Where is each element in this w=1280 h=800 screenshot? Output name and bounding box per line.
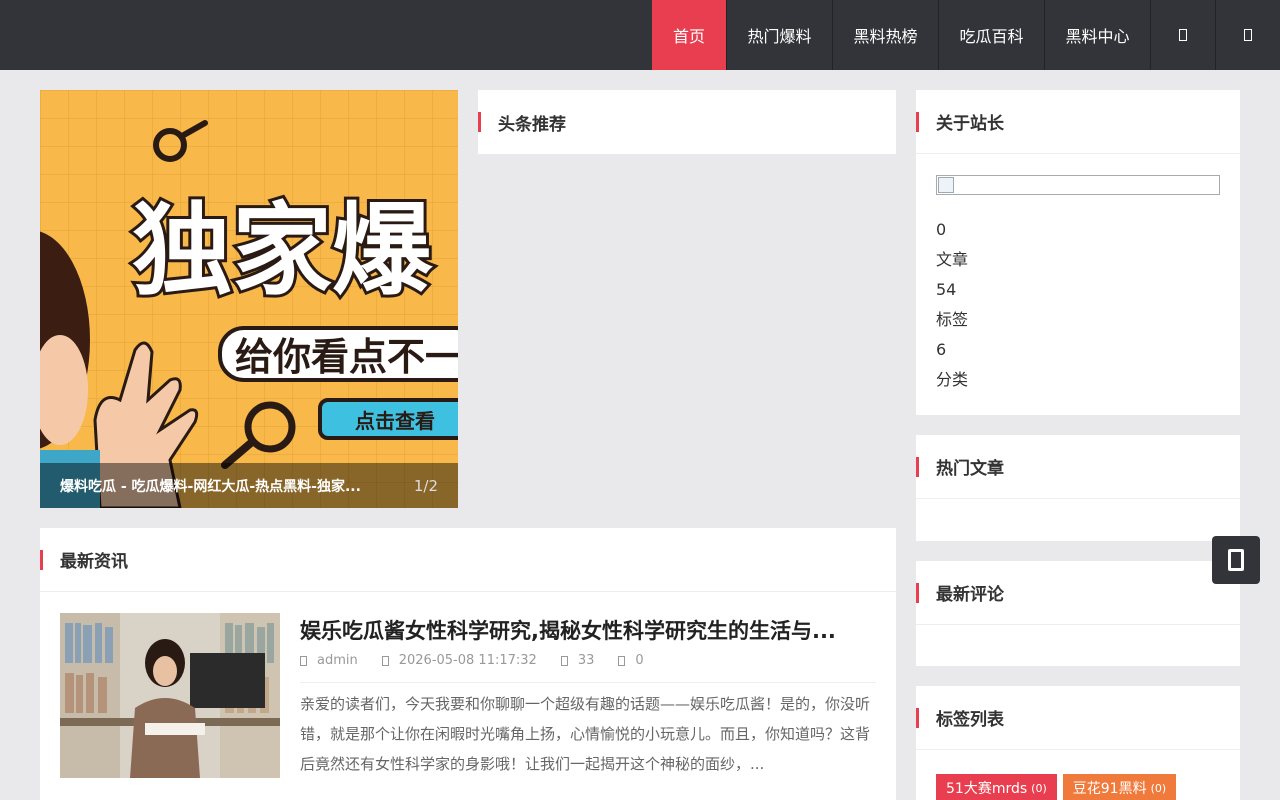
nav-item-center[interactable]: 黑料中心 <box>1044 0 1150 70</box>
nav-item-label: 首页 <box>672 27 705 46</box>
owner-image-broken <box>936 175 1220 195</box>
slider-caption: 爆料吃瓜 - 吃瓜爆料-网红大瓜-热点黑料-独家... 1/2 <box>40 463 458 508</box>
nav-item-label: 黑料中心 <box>1065 27 1130 46</box>
headline-card: 头条推荐 <box>478 90 896 154</box>
slider-counter: 1/2 <box>413 476 438 495</box>
news-excerpt: 亲爱的读者们，今天我要和你聊聊一个超级有趣的话题——娱乐吃瓜酱！是的，你没听错，… <box>300 695 871 773</box>
news-thumbnail[interactable] <box>60 613 280 778</box>
card-header: 最新资讯 <box>40 528 896 592</box>
search-button[interactable] <box>1150 0 1215 70</box>
news-comments: 0 <box>618 653 644 668</box>
news-comments-count: 0 <box>635 653 644 668</box>
tag-item[interactable]: 51大赛mrds (0) <box>936 774 1057 800</box>
slider-image-subtitle: 给你看点不一 <box>235 335 458 379</box>
slider-image-button-text: 点击查看 <box>355 409 435 433</box>
about-owner-card: 关于站长 0 文章 54 标签 6 分类 <box>916 90 1240 415</box>
hot-articles-title: 热门文章 <box>936 459 1004 479</box>
main-nav: 首页 热门爆料 黑料热榜 吃瓜百科 黑料中心 <box>652 0 1280 70</box>
tag-list-card: 标签列表 51大赛mrds (0) 豆花91黑料 (0) <box>916 686 1240 800</box>
site-stats: 0 文章 54 标签 6 分类 <box>936 215 968 395</box>
card-header: 关于站长 <box>916 90 1240 154</box>
latest-comments-title: 最新评论 <box>936 585 1004 605</box>
user-button[interactable] <box>1215 0 1280 70</box>
slider-image-headline: 独家爆 <box>132 192 433 309</box>
eye-icon <box>560 655 568 666</box>
tag-label: 51大赛mrds <box>946 781 1028 797</box>
nav-item-home[interactable]: 首页 <box>652 0 726 70</box>
stat-label: 文章 <box>936 250 969 269</box>
comment-icon <box>618 655 626 666</box>
news-author-name[interactable]: admin <box>317 653 358 668</box>
news-item: 娱乐吃瓜酱女性科学研究,揭秘女性科学研究生的生活与... admin 2026-… <box>60 613 876 778</box>
nav-item-hot-ranking[interactable]: 黑料热榜 <box>832 0 938 70</box>
user-icon <box>300 655 307 666</box>
featured-slider[interactable]: 独家爆 给你看点不一 点击查看 爆料吃瓜 - 吃瓜爆料-网红大瓜-热点黑料-独家… <box>40 90 458 508</box>
tag-count: (0) <box>1150 781 1167 795</box>
card-header: 头条推荐 <box>478 90 896 154</box>
nav-item-label: 热门爆料 <box>747 27 812 46</box>
stat-label: 分类 <box>936 370 969 389</box>
stat-label: 标签 <box>936 310 969 329</box>
nav-item-label: 吃瓜百科 <box>959 27 1024 46</box>
card-header: 热门文章 <box>916 435 1240 499</box>
tag-item[interactable]: 豆花91黑料 (0) <box>1062 774 1177 800</box>
nav-item-label: 黑料热榜 <box>853 27 918 46</box>
stat-value: 54 <box>936 280 957 299</box>
latest-comments-card: 最新评论 <box>916 561 1240 666</box>
about-title: 关于站长 <box>936 114 1004 134</box>
news-meta: admin 2026-05-08 11:17:32 33 0 <box>300 653 876 683</box>
slider-title[interactable]: 爆料吃瓜 - 吃瓜爆料-网红大瓜-热点黑料-独家... <box>60 476 400 496</box>
user-icon <box>1244 29 1252 41</box>
news-date: 2026-05-08 11:17:32 <box>381 653 537 668</box>
card-header: 标签列表 <box>916 686 1240 750</box>
nav-item-hot-leaks[interactable]: 热门爆料 <box>726 0 832 70</box>
top-navbar: 首页 热门爆料 黑料热榜 吃瓜百科 黑料中心 <box>0 0 1280 70</box>
news-author: admin <box>300 653 358 668</box>
stat-value: 0 <box>936 220 947 239</box>
nav-item-encyclopedia[interactable]: 吃瓜百科 <box>938 0 1044 70</box>
broken-image-icon <box>938 177 954 193</box>
news-date-text: 2026-05-08 11:17:32 <box>398 653 537 668</box>
latest-news-title: 最新资讯 <box>60 552 128 572</box>
card-header: 最新评论 <box>916 561 1240 625</box>
headline-title: 头条推荐 <box>498 114 566 135</box>
tag-list-title: 标签列表 <box>936 710 1004 730</box>
mobile-view-button[interactable] <box>1212 536 1260 584</box>
tag-count: (0) <box>1031 781 1047 795</box>
news-views-count: 33 <box>577 653 595 668</box>
news-title[interactable]: 娱乐吃瓜酱女性科学研究,揭秘女性科学研究生的生活与... <box>300 615 876 645</box>
search-icon <box>1179 29 1187 41</box>
tag-label: 豆花91黑料 <box>1072 781 1147 797</box>
slider-image: 独家爆 给你看点不一 点击查看 <box>40 90 458 508</box>
hot-articles-card: 热门文章 <box>916 435 1240 541</box>
latest-news-card: 最新资讯 娱乐吃瓜酱女性科学研究,揭秘女性科学研究生的生活与... admin … <box>40 528 896 800</box>
news-views: 33 <box>560 653 595 668</box>
clock-icon <box>381 655 389 666</box>
mobile-icon <box>1228 549 1244 571</box>
stat-value: 6 <box>936 340 947 359</box>
tag-list: 51大赛mrds (0) 豆花91黑料 (0) <box>936 774 1182 800</box>
